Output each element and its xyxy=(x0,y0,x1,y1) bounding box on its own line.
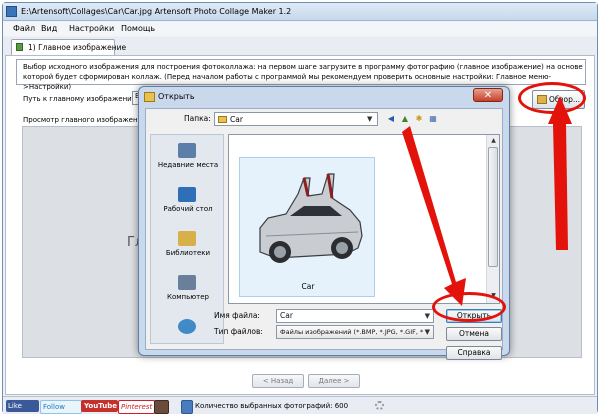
arrow-down-to-open xyxy=(402,126,466,306)
arrow-up-to-browse xyxy=(548,96,572,250)
annotation-arrows xyxy=(402,96,572,306)
